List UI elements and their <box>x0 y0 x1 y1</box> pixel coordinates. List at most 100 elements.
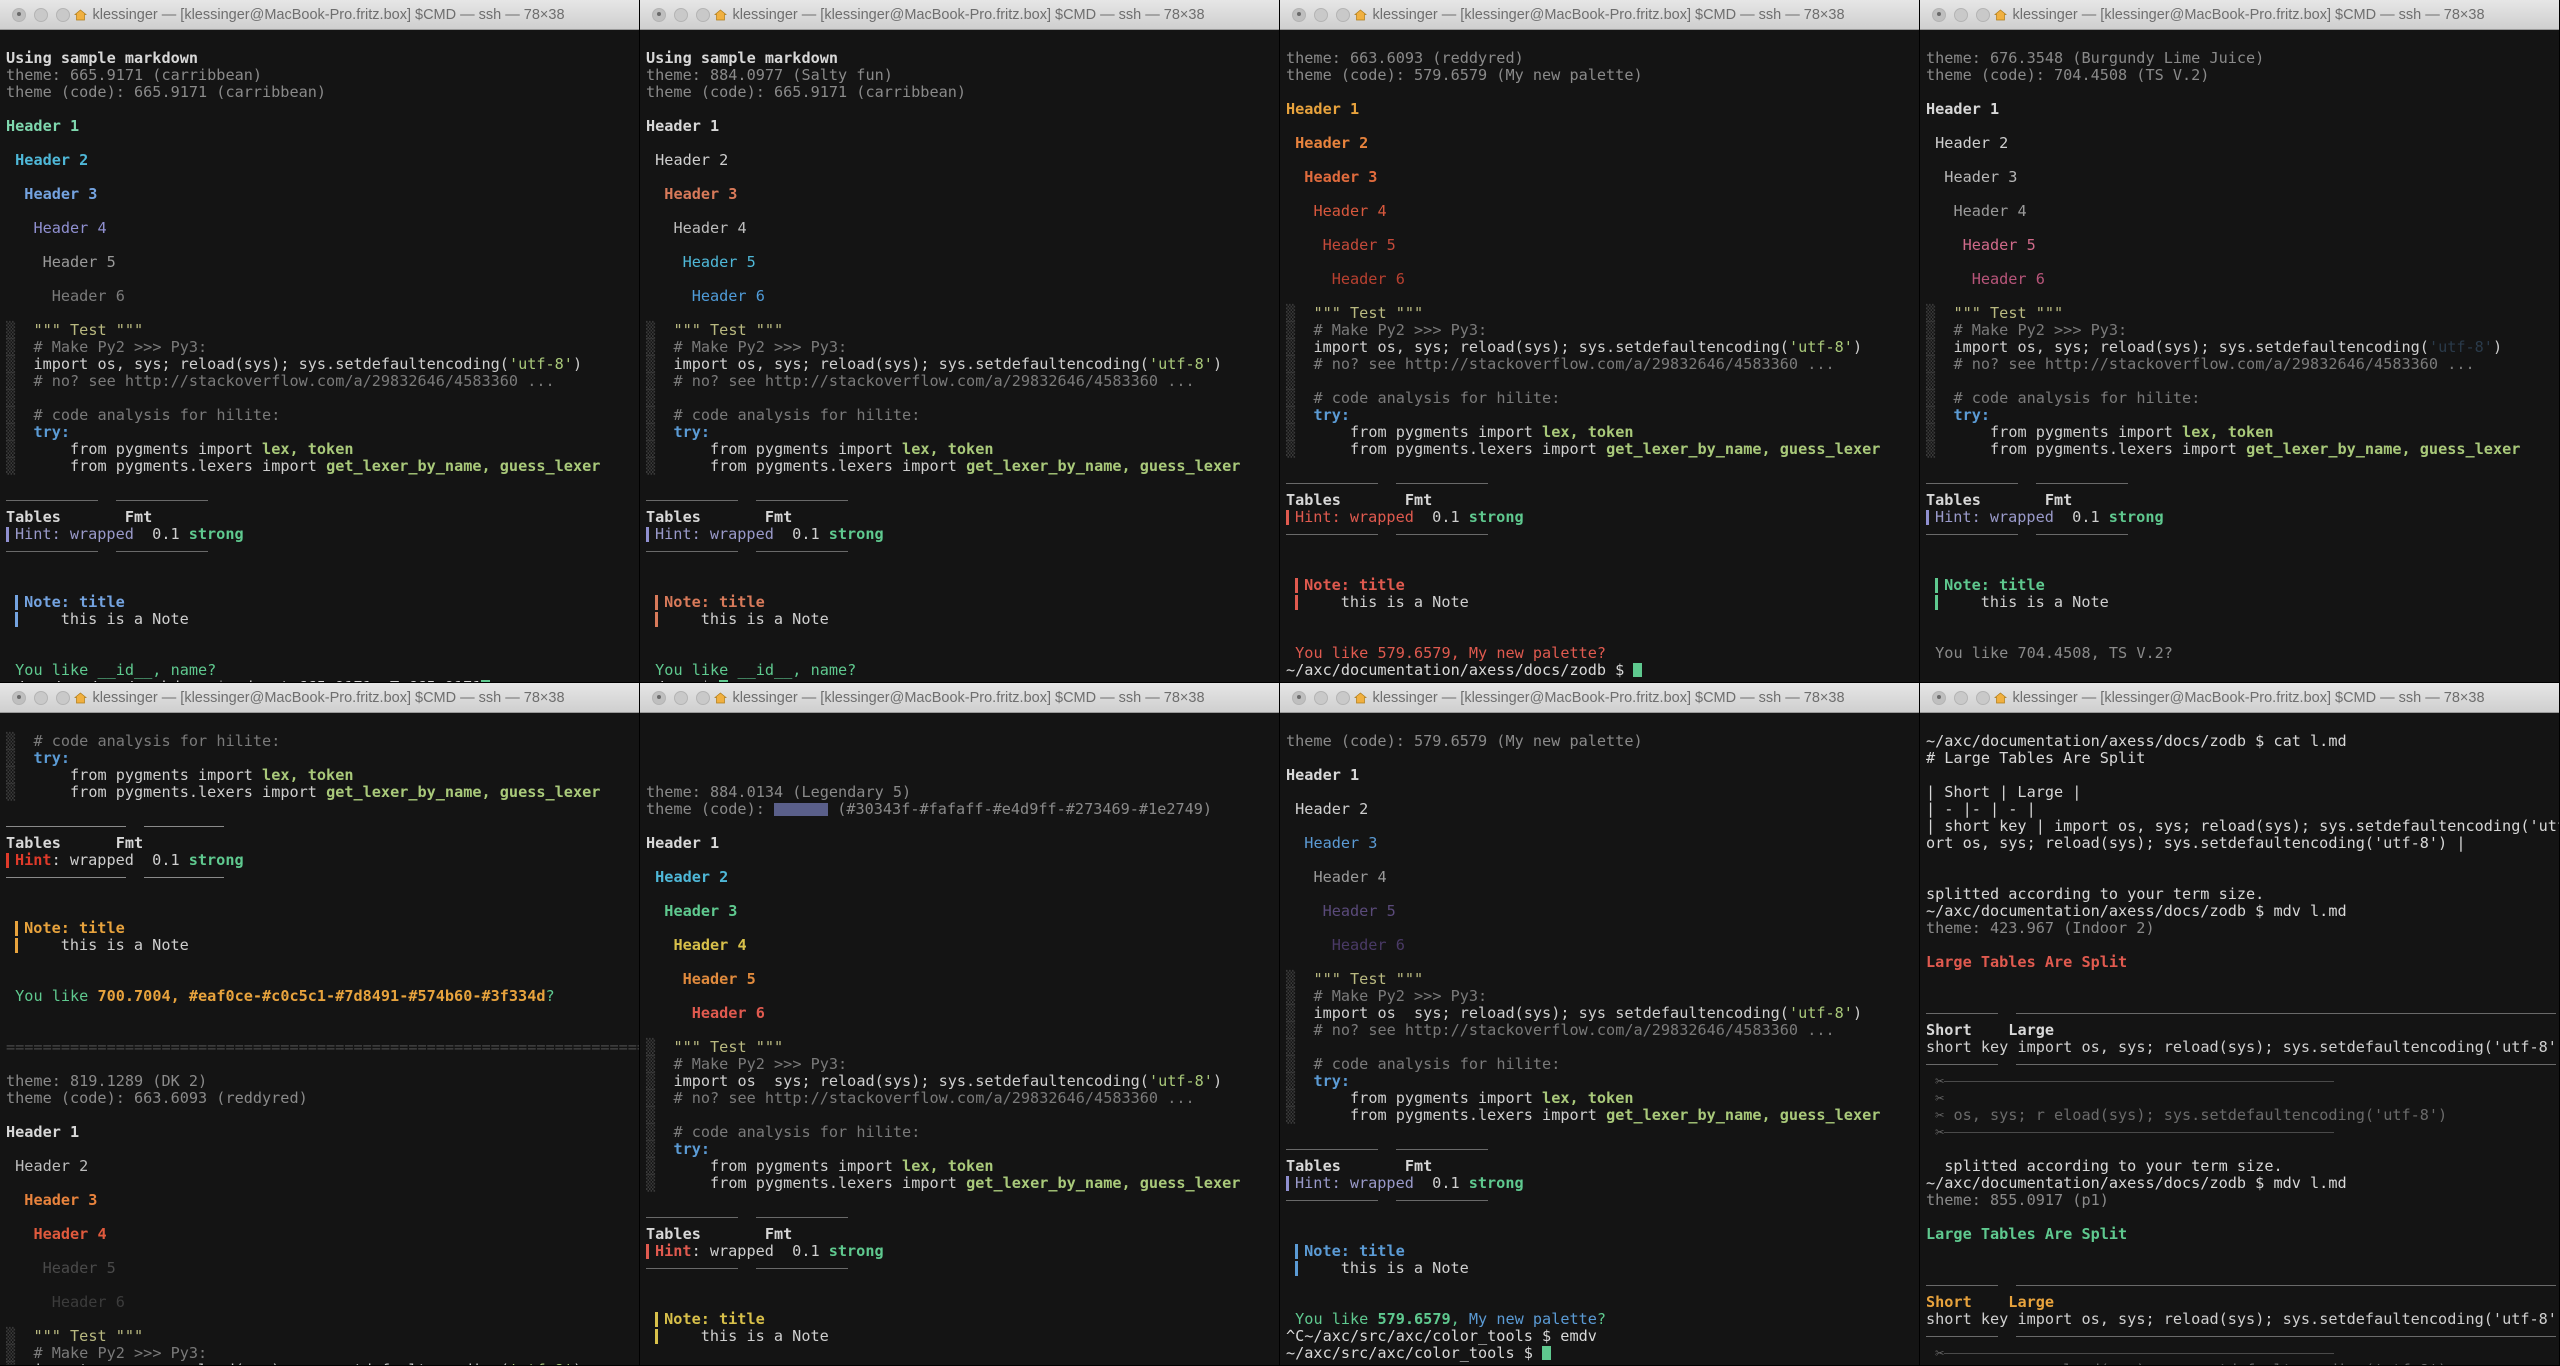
traffic-lights[interactable] <box>0 8 70 22</box>
code-line-6: # code analysis for hilite: <box>1953 389 2200 407</box>
titlebar-3[interactable]: klessinger — [klessinger@MacBook-Pro.fri… <box>1280 0 1919 30</box>
close-button[interactable] <box>12 691 26 705</box>
code-line-9b: get_lexer_by_name, guess_lexer <box>966 1174 1240 1192</box>
pane6-tbl-c2: Fmt <box>765 1225 792 1243</box>
terminal-content-1[interactable]: Using sample markdowntheme: 665.9171 (ca… <box>0 30 639 682</box>
close-button[interactable] <box>1292 8 1306 22</box>
zoom-button[interactable] <box>1976 8 1990 22</box>
titlebar-8[interactable]: klessinger — [klessinger@MacBook-Pro.fri… <box>1920 683 2559 713</box>
minimize-button[interactable] <box>1954 691 1968 705</box>
minimize-button[interactable] <box>1954 8 1968 22</box>
terminal-window-2[interactable]: klessinger — [klessinger@MacBook-Pro.fri… <box>640 0 1280 683</box>
code-line-6: # code analysis for hilite: <box>1313 389 1560 407</box>
terminal-window-4[interactable]: klessinger — [klessinger@MacBook-Pro.fri… <box>1920 0 2560 683</box>
code-line-1: """ Test """ <box>673 321 783 339</box>
titlebar-4[interactable]: klessinger — [klessinger@MacBook-Pro.fri… <box>1920 0 2559 30</box>
p8-t2-h1: Short <box>1926 1293 1972 1311</box>
terminal-content-4[interactable]: theme: 676.3548 (Burgundy Lime Juice)the… <box>1920 30 2559 682</box>
code-line-3b: 'utf-8' <box>509 355 573 373</box>
titlebar-6[interactable]: klessinger — [klessinger@MacBook-Pro.fri… <box>640 683 1279 713</box>
code-line-2: # Make Py2 >>> Py3: <box>1953 321 2127 339</box>
traffic-lights[interactable] <box>1920 8 1990 22</box>
terminal-window-8[interactable]: klessinger — [klessinger@MacBook-Pro.fri… <box>1920 683 2560 1366</box>
pane5-h5: Header 5 <box>43 1259 116 1277</box>
zoom-button[interactable] <box>1976 691 1990 705</box>
terminal-content-8[interactable]: ~/axc/documentation/axess/docs/zodb $ ca… <box>1920 713 2559 1365</box>
code-line-8a: from pygments import <box>1953 423 2182 441</box>
minimize-button[interactable] <box>674 691 688 705</box>
zoom-button[interactable] <box>1336 691 1350 705</box>
terminal-window-6[interactable]: klessinger — [klessinger@MacBook-Pro.fri… <box>640 683 1280 1366</box>
traffic-lights[interactable] <box>1280 8 1350 22</box>
p8-line-5: | short key | import os, sys; reload(sys… <box>1926 817 2559 835</box>
home-icon <box>1354 9 1367 21</box>
p8-t1-h1: Short <box>1926 1021 1972 1039</box>
terminal-window-7[interactable]: klessinger — [klessinger@MacBook-Pro.fri… <box>1280 683 1920 1366</box>
terminal-content-2[interactable]: Using sample markdowntheme: 884.0977 (Sa… <box>640 30 1279 682</box>
code-line-2: # Make Py2 >>> Py3: <box>1313 987 1487 1005</box>
minimize-button[interactable] <box>34 8 48 22</box>
code-line-8a: from pygments import <box>1313 1089 1542 1107</box>
traffic-lights[interactable] <box>640 8 710 22</box>
titlebar-5[interactable]: klessinger — [klessinger@MacBook-Pro.fri… <box>0 683 639 713</box>
code-line-4: # no? see http://stackoverflow.com/a/298… <box>673 372 1194 390</box>
code-line-2: # Make Py2 >>> Py3: <box>1313 321 1487 339</box>
pane4-h5: Header 5 <box>1963 236 2036 254</box>
pane1-tbl-c2: Fmt <box>125 508 152 526</box>
traffic-lights[interactable] <box>1920 691 1990 705</box>
code-line-8b: lex, token <box>262 766 353 784</box>
traffic-lights[interactable] <box>1280 691 1350 705</box>
close-button[interactable] <box>1932 8 1946 22</box>
titlebar-7[interactable]: klessinger — [klessinger@MacBook-Pro.fri… <box>1280 683 1919 713</box>
pane3-tbl-c1: Tables <box>1286 491 1341 509</box>
pane2-prompt: ~/axc $ <box>646 678 710 682</box>
p8-t1-r2: import os, sys; reload(sys); sys.setdefa… <box>2017 1038 2559 1056</box>
minimize-button[interactable] <box>1314 8 1328 22</box>
terminal-content-5[interactable]: ▒ # code analysis for hilite:▒ try:▒ fro… <box>0 713 639 1365</box>
color-swatch <box>774 803 828 816</box>
p8-line-9: splitted according to your term size. <box>1926 885 2264 903</box>
code-line-3b: 'utf-8' <box>1149 355 1213 373</box>
pane2-note-body: this is a Note <box>701 610 829 628</box>
code-line-8a: from pygments import <box>673 440 902 458</box>
code-line-8b: lex, token <box>902 440 993 458</box>
close-button[interactable] <box>652 8 666 22</box>
code-line-9b: get_lexer_by_name, guess_lexer <box>326 783 600 801</box>
minimize-button[interactable] <box>674 8 688 22</box>
pane5-tbl-c1: Tables <box>6 834 61 852</box>
zoom-button[interactable] <box>56 8 70 22</box>
window-title: klessinger — [klessinger@MacBook-Pro.fri… <box>0 7 639 23</box>
p8-t1-r1: short key <box>1926 1038 2008 1056</box>
zoom-button[interactable] <box>696 691 710 705</box>
traffic-lights[interactable] <box>640 691 710 705</box>
terminal-window-3[interactable]: klessinger — [klessinger@MacBook-Pro.fri… <box>1280 0 1920 683</box>
home-icon <box>714 692 727 704</box>
terminal-content-7[interactable]: theme (code): 579.6579 (My new palette)H… <box>1280 713 1919 1365</box>
minimize-button[interactable] <box>34 691 48 705</box>
pane7-tbl-c1: Tables <box>1286 1157 1341 1175</box>
pane2-h5: Header 5 <box>683 253 756 271</box>
close-button[interactable] <box>1292 691 1306 705</box>
traffic-lights[interactable] <box>0 691 70 705</box>
zoom-button[interactable] <box>56 691 70 705</box>
terminal-content-3[interactable]: theme: 663.6093 (reddyred)theme (code): … <box>1280 30 1919 682</box>
code-line-8a: from pygments import <box>673 1157 902 1175</box>
titlebar-1[interactable]: klessinger — [klessinger@MacBook-Pro.fri… <box>0 0 639 30</box>
zoom-button[interactable] <box>1336 8 1350 22</box>
close-button[interactable] <box>1932 691 1946 705</box>
p8-title-1: Large Tables Are Split <box>1926 953 2127 971</box>
pane4-note-body: this is a Note <box>1981 593 2109 611</box>
terminal-content-6[interactable]: theme: 884.0134 (Legendary 5)theme (code… <box>640 713 1279 1365</box>
pane7-h5: Header 5 <box>1323 902 1396 920</box>
close-button[interactable] <box>12 8 26 22</box>
terminal-window-5[interactable]: klessinger — [klessinger@MacBook-Pro.fri… <box>0 683 640 1366</box>
close-button[interactable] <box>652 691 666 705</box>
minimize-button[interactable] <box>1314 691 1328 705</box>
p8-line-10: ~/axc/documentation/axess/docs/zodb $ md… <box>1926 902 2347 920</box>
terminal-window-1[interactable]: klessinger — [klessinger@MacBook-Pro.fri… <box>0 0 640 683</box>
code-line-3c: ) <box>1213 355 1222 373</box>
pane5-h4: Header 4 <box>33 1225 106 1243</box>
code-line-8b: lex, token <box>902 1157 993 1175</box>
zoom-button[interactable] <box>696 8 710 22</box>
titlebar-2[interactable]: klessinger — [klessinger@MacBook-Pro.fri… <box>640 0 1279 30</box>
